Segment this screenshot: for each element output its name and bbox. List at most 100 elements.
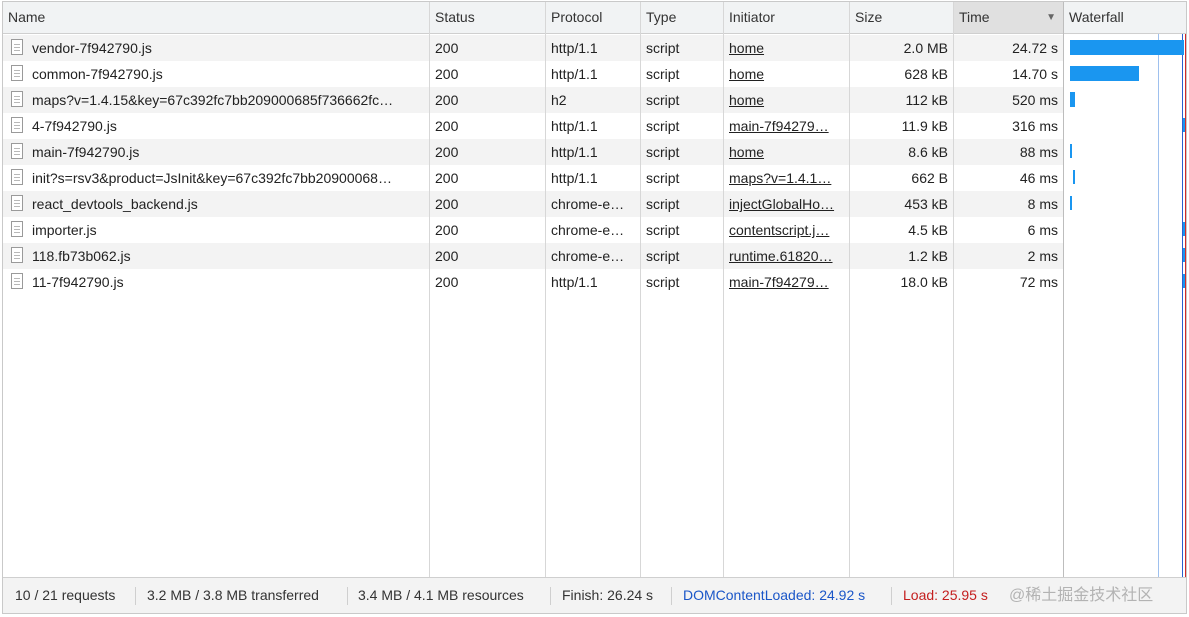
table-header: Name Status Protocol Type Initiator Size…	[3, 2, 1186, 34]
table-row[interactable]: main-7f942790.js 200 http/1.1 script home 8.6…	[3, 139, 1063, 165]
waterfall-area	[1064, 34, 1186, 579]
cell-size: 1.2 kB	[908, 248, 948, 264]
waterfall-bar[interactable]	[1070, 196, 1072, 210]
status-divider	[347, 587, 348, 605]
table-row[interactable]: common-7f942790.js 200 http/1.1 script home 6…	[3, 61, 1063, 87]
cell-name[interactable]: init?s=rsv3&product=JsInit&key=67c392fc7…	[3, 165, 430, 191]
request-name: init?s=rsv3&product=JsInit&key=67c392fc7…	[32, 170, 392, 186]
transferred-size: 3.2 MB / 3.8 MB transferred	[147, 587, 319, 603]
cell-size: 8.6 kB	[908, 144, 948, 160]
cell-initiator[interactable]: main-7f94279…	[724, 269, 850, 295]
cell-name[interactable]: react_devtools_backend.js	[3, 191, 430, 217]
waterfall-bar[interactable]	[1070, 92, 1075, 107]
cell-time: 6 ms	[1027, 222, 1058, 238]
table-row[interactable]: react_devtools_backend.js 200 chrome-e… scr…	[3, 191, 1063, 217]
cell-protocol: chrome-e…	[551, 222, 625, 238]
file-icon	[11, 39, 23, 55]
cell-initiator[interactable]: runtime.61820…	[724, 243, 850, 269]
cell-time: 316 ms	[1012, 118, 1058, 134]
table-row[interactable]: init?s=rsv3&product=JsInit&key=67c392fc7…	[3, 165, 1063, 191]
cell-initiator[interactable]: home	[724, 87, 850, 113]
waterfall-bar[interactable]	[1070, 66, 1139, 81]
cell-initiator[interactable]: contentscript.j…	[724, 217, 850, 243]
request-name: main-7f942790.js	[32, 144, 140, 160]
table-row[interactable]: 4-7f942790.js 200 http/1.1 script main-7f942…	[3, 113, 1063, 139]
column-divider	[640, 2, 641, 578]
column-header-waterfall[interactable]: Waterfall	[1064, 2, 1186, 33]
table-row[interactable]: 11-7f942790.js 200 http/1.1 script main-7f94…	[3, 269, 1063, 295]
cell-type: script	[646, 222, 680, 238]
column-header-initiator[interactable]: Initiator	[724, 2, 850, 33]
column-header-protocol[interactable]: Protocol	[546, 2, 641, 33]
waterfall-bar[interactable]	[1183, 248, 1185, 262]
request-name: importer.js	[32, 222, 97, 238]
file-icon	[11, 247, 23, 263]
file-icon	[11, 143, 23, 159]
load-marker	[1185, 34, 1186, 579]
cell-name[interactable]: common-7f942790.js	[3, 61, 430, 87]
column-header-time[interactable]: Time ▼	[954, 2, 1064, 33]
cell-status: 200	[435, 170, 459, 186]
finish-time: Finish: 26.24 s	[562, 587, 654, 603]
cell-size: 2.0 MB	[903, 40, 948, 56]
cell-protocol: http/1.1	[551, 66, 598, 82]
cell-name[interactable]: 118.fb73b062.js	[3, 243, 430, 269]
cell-time: 2 ms	[1027, 248, 1058, 264]
table-row[interactable]: maps?v=1.4.15&key=67c392fc7bb209000685f7…	[3, 87, 1063, 113]
cell-size: 18.0 kB	[900, 274, 948, 290]
waterfall-bar[interactable]	[1183, 118, 1185, 132]
cell-protocol: chrome-e…	[551, 248, 625, 264]
cell-size: 11.9 kB	[901, 118, 948, 134]
cell-name[interactable]: vendor-7f942790.js	[3, 35, 430, 61]
column-header-name[interactable]: Name	[3, 2, 430, 33]
cell-protocol: http/1.1	[551, 144, 598, 160]
request-name: 4-7f942790.js	[32, 118, 117, 134]
cell-name[interactable]: 4-7f942790.js	[3, 113, 430, 139]
table-row[interactable]: importer.js 200 chrome-e… script contentscri…	[3, 217, 1063, 243]
cell-time: 14.70 s	[1012, 66, 1058, 82]
file-icon	[11, 65, 23, 81]
waterfall-bar[interactable]	[1070, 40, 1184, 55]
column-header-type[interactable]: Type	[641, 2, 724, 33]
file-icon	[11, 91, 23, 107]
cell-time: 24.72 s	[1012, 40, 1058, 56]
column-divider	[429, 2, 430, 578]
cell-name[interactable]: importer.js	[3, 217, 430, 243]
file-icon	[11, 117, 23, 133]
cell-protocol: chrome-e…	[551, 196, 625, 212]
column-header-status[interactable]: Status	[430, 2, 546, 33]
cell-type: script	[646, 196, 680, 212]
table-row[interactable]: vendor-7f942790.js 200 http/1.1 script home 2…	[3, 35, 1063, 61]
column-header-size[interactable]: Size	[850, 2, 954, 33]
cell-name[interactable]: main-7f942790.js	[3, 139, 430, 165]
waterfall-bar[interactable]	[1073, 170, 1075, 184]
cell-initiator[interactable]: maps?v=1.4.1…	[724, 165, 850, 191]
cell-name[interactable]: maps?v=1.4.15&key=67c392fc7bb209000685f7…	[3, 87, 430, 113]
cell-status: 200	[435, 248, 459, 264]
cell-type: script	[646, 40, 680, 56]
watermark-text: @稀土掘金技术社区	[1009, 587, 1154, 604]
cell-type: script	[646, 144, 680, 160]
file-icon	[11, 221, 23, 237]
column-divider	[723, 2, 724, 578]
waterfall-bar[interactable]	[1070, 144, 1072, 158]
cell-initiator[interactable]: injectGlobalHo…	[724, 191, 850, 217]
cell-initiator[interactable]: home	[724, 35, 850, 61]
cell-time: 520 ms	[1012, 92, 1058, 108]
cell-status: 200	[435, 118, 459, 134]
cell-initiator[interactable]: main-7f94279…	[724, 113, 850, 139]
cell-initiator[interactable]: home	[724, 61, 850, 87]
status-divider	[671, 587, 672, 605]
cell-type: script	[646, 118, 680, 134]
column-divider	[849, 2, 850, 578]
dom-content-loaded-marker	[1182, 34, 1183, 579]
network-panel: Name Status Protocol Type Initiator Size…	[2, 1, 1187, 614]
table-row[interactable]: 118.fb73b062.js 200 chrome-e… script runtime…	[3, 243, 1063, 269]
cell-name[interactable]: 11-7f942790.js	[3, 269, 430, 295]
dom-content-loaded-time: DOMContentLoaded: 24.92 s	[683, 587, 866, 603]
column-divider	[545, 2, 546, 578]
waterfall-bar[interactable]	[1183, 222, 1185, 236]
cell-initiator[interactable]: home	[724, 139, 850, 165]
status-divider	[550, 587, 551, 605]
waterfall-bar[interactable]	[1183, 274, 1185, 288]
